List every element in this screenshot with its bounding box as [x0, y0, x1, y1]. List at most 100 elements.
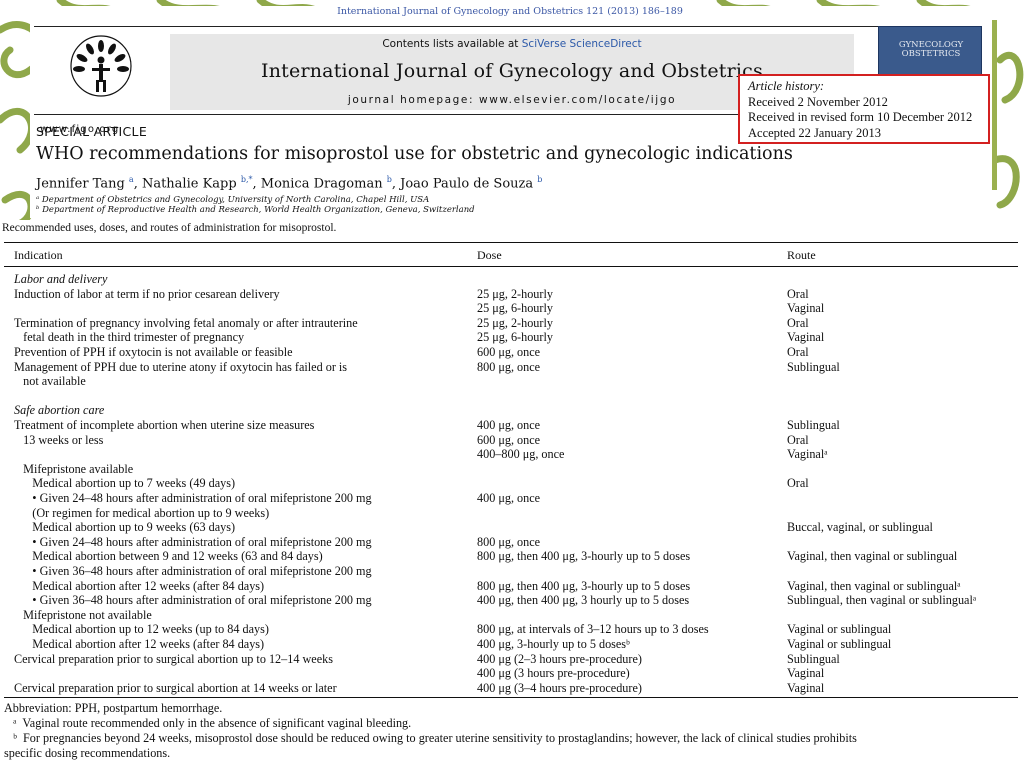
table-header-rule: [4, 266, 1018, 267]
sciencedirect-link[interactable]: SciVerse ScienceDirect: [522, 38, 642, 50]
indication-cell: • Given 24–48 hours after administration…: [14, 534, 372, 549]
table-row: Mifepristone not available: [0, 608, 1024, 623]
table-row: Labor and delivery: [0, 272, 1024, 287]
route-cell: Buccal, vaginal, or sublingual: [787, 520, 933, 535]
table-row: [0, 389, 1024, 404]
indication-cell: Medical abortion up to 9 weeks (63 days): [14, 520, 236, 535]
figo-logo-block: www.figo.org: [34, 34, 170, 135]
route-cell: Oral: [787, 315, 809, 330]
table-row: Management of PPH due to uterine atony i…: [0, 360, 1024, 375]
indication-cell: Mifepristone available: [14, 461, 134, 476]
table-row: Treatment of incomplete abortion when ut…: [0, 418, 1024, 433]
dose-cell: 25 μg, 6-hourly: [477, 301, 553, 316]
dose-cell: 25 μg, 6-hourly: [477, 330, 553, 345]
dose-cell: 800 μg, once: [477, 534, 541, 549]
dose-cell: 800 μg, then 400 μg, 3-hourly up to 5 do…: [477, 578, 691, 593]
table-row: Medical abortion up to 12 weeks (up to 8…: [0, 622, 1024, 637]
indication-cell: Cervical preparation prior to surgical a…: [14, 651, 333, 666]
article-history-box: Article history: Received 2 November 201…: [738, 74, 990, 144]
indication-cell: Treatment of incomplete abortion when ut…: [14, 418, 315, 432]
indication-cell: (Or regimen for medical abortion up to 9…: [14, 505, 270, 520]
route-cell: Sublingual, then vaginal or sublingualᵃ: [787, 593, 977, 608]
route-cell: Oral: [787, 286, 809, 301]
table-footnote: Abbreviation: PPH, postpartum hemorrhage…: [4, 701, 223, 716]
route-cell: Vaginal, then vaginal or sublingual: [787, 549, 958, 564]
recommendations-table: Recommended uses, doses, and routes of a…: [0, 220, 1024, 768]
indication-cell: not available: [14, 374, 86, 389]
route-cell: Vaginal: [787, 666, 825, 681]
route-cell: Vaginal or sublingual: [787, 637, 892, 651]
dose-cell: 800 μg, once: [477, 359, 541, 374]
dose-cell: 400 μg, then 400 μg, 3 hourly up to 5 do…: [477, 593, 690, 608]
indication-cell: Medical abortion up to 7 weeks (49 days): [14, 476, 236, 491]
author-list: Jennifer Tang a, Nathalie Kapp b,*, Moni…: [36, 175, 543, 192]
table-caption: Recommended uses, doses, and routes of a…: [2, 222, 337, 234]
route-cell: Vaginal: [787, 301, 825, 316]
route-cell: Vaginal, then vaginal or sublingualᵃ: [787, 578, 961, 593]
dose-cell: 400 μg, once: [477, 418, 541, 432]
indication-cell: Cervical preparation prior to surgical a…: [14, 680, 337, 695]
table-row: Induction of labor at term if no prior c…: [0, 287, 1024, 302]
author-name[interactable]: Nathalie Kapp: [142, 176, 237, 191]
author-sup[interactable]: a: [129, 175, 134, 184]
route-cell: Vaginalᵃ: [787, 447, 828, 462]
cover-title: GYNECOLOGY OBSTETRICS: [898, 40, 964, 59]
article-section-label: SPECIAL ARTICLE: [36, 124, 148, 139]
table-row: fetal death in the third trimester of pr…: [0, 330, 1024, 345]
indication-cell: Medical abortion between 9 and 12 weeks …: [14, 549, 323, 564]
table-row: Medical abortion after 12 weeks (after 8…: [0, 579, 1024, 594]
dose-cell: 600 μg, once: [477, 432, 541, 447]
table-row: Termination of pregnancy involving fetal…: [0, 316, 1024, 331]
table-row: • Given 36–48 hours after administration…: [0, 564, 1024, 579]
column-header-indication: Indication: [14, 248, 63, 262]
indication-cell: Termination of pregnancy involving fetal…: [14, 315, 358, 330]
author-name[interactable]: Jennifer Tang: [36, 176, 125, 191]
author-sup[interactable]: b: [387, 175, 392, 184]
table-row: • Given 24–48 hours after administration…: [0, 491, 1024, 506]
route-cell: Oral: [787, 476, 809, 491]
table-row: Cervical preparation prior to surgical a…: [0, 652, 1024, 667]
indication-cell: fetal death in the third trimester of pr…: [14, 330, 245, 345]
indication-cell: Prevention of PPH if oxytocin is not ava…: [14, 345, 293, 359]
dose-cell: 400 μg (3–4 hours pre-procedure): [477, 680, 642, 695]
journal-reference[interactable]: International Journal of Gynecology and …: [30, 6, 990, 17]
author-sup[interactable]: b,*: [241, 175, 253, 184]
table-row: Mifepristone available: [0, 462, 1024, 477]
dose-cell: 400 μg, once: [477, 491, 541, 505]
table-row: Medical abortion between 9 and 12 weeks …: [0, 549, 1024, 564]
contents-line: Contents lists available at SciVerse Sci…: [170, 38, 854, 50]
indication-cell: 13 weeks or less: [14, 432, 104, 447]
indication-cell: • Given 24–48 hours after administration…: [14, 491, 372, 505]
table-bottom-rule: [4, 697, 1018, 699]
dose-cell: 800 μg, at intervals of 3–12 hours up to…: [477, 622, 709, 637]
author-name[interactable]: Monica Dragoman: [261, 176, 383, 191]
history-accepted: Accepted 22 January 2013: [748, 125, 881, 140]
table-row: 25 μg, 6-hourly Vaginal: [0, 301, 1024, 316]
author-name[interactable]: Joao Paulo de Souza: [400, 176, 533, 191]
route-cell: Oral: [787, 345, 809, 359]
author-sup[interactable]: b: [537, 175, 542, 184]
table-row: 13 weeks or less 600 μg, once Oral: [0, 433, 1024, 448]
dose-cell: 25 μg, 2-hourly: [477, 315, 553, 330]
history-title: Article history:: [748, 79, 825, 93]
dose-cell: 25 μg, 2-hourly: [477, 286, 553, 301]
indication-cell: • Given 36–48 hours after administration…: [14, 564, 372, 578]
history-revised: Received in revised form 10 December 201…: [748, 110, 973, 124]
table-row: 400 μg (3 hours pre-procedure) Vaginal: [0, 666, 1024, 681]
dose-cell: 600 μg, once: [477, 345, 541, 359]
route-cell: Sublingual: [787, 359, 840, 374]
table-row: Prevention of PPH if oxytocin is not ava…: [0, 345, 1024, 360]
dose-cell: 400 μg (3 hours pre-procedure): [477, 666, 630, 681]
indication-cell: Management of PPH due to uterine atony i…: [14, 359, 348, 374]
contents-prefix: Contents lists available at: [382, 38, 522, 50]
table-footnote: specific dosing recommendations.: [4, 746, 171, 761]
table-row: Medical abortion after 12 weeks (after 8…: [0, 637, 1024, 652]
table-row: not available: [0, 374, 1024, 389]
indication-cell: Mifepristone not available: [14, 607, 152, 622]
indication-cell: Safe abortion care: [14, 403, 105, 418]
table-row: (Or regimen for medical abortion up to 9…: [0, 506, 1024, 521]
affiliation: ᵇ Department of Reproductive Health and …: [36, 205, 475, 215]
figo-tree-logo-icon: [70, 35, 132, 97]
table-row: Medical abortion up to 7 weeks (49 days)…: [0, 476, 1024, 491]
table-footnote: ᵃ Vaginal route recommended only in the …: [4, 716, 412, 731]
